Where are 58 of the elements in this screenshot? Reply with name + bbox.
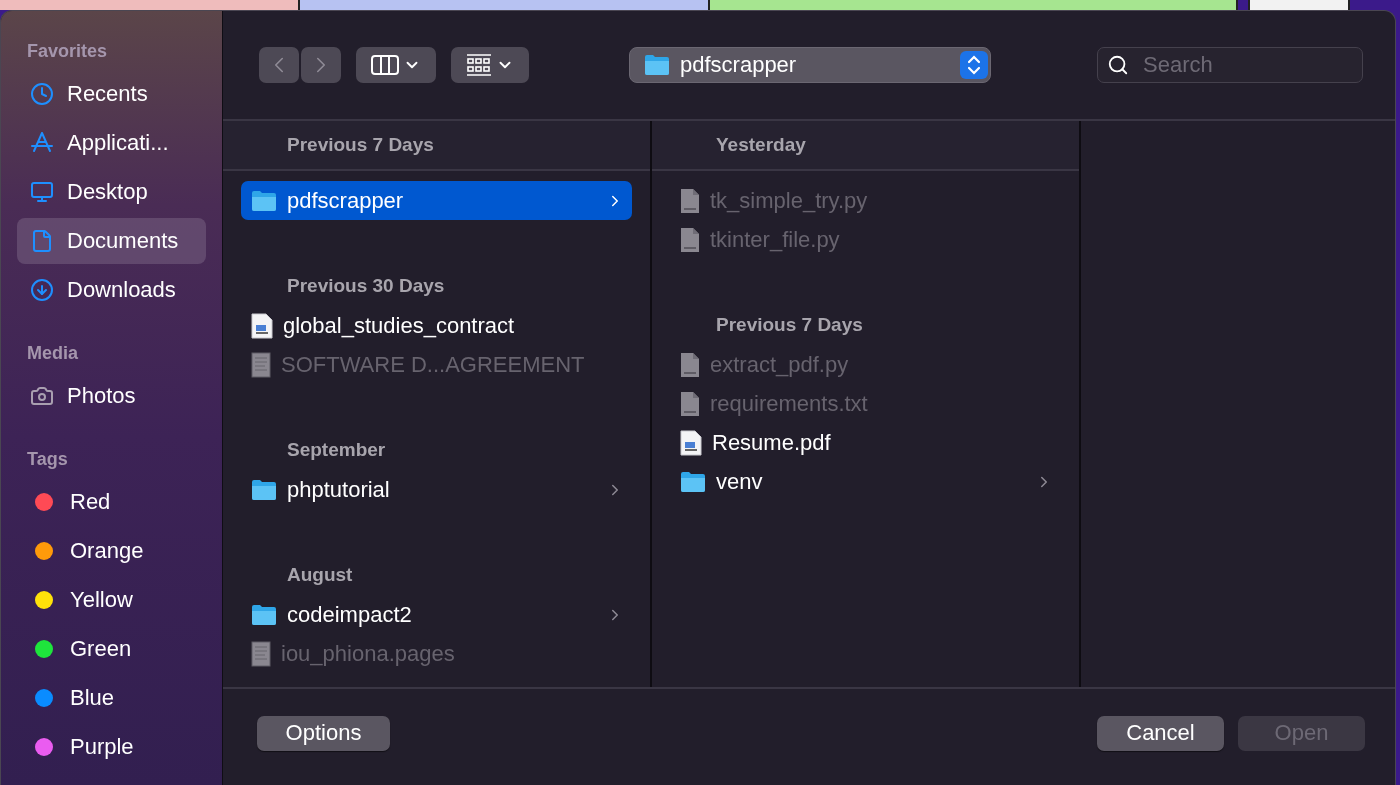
folder-icon	[680, 470, 706, 493]
sidebar-heading: Media	[26, 342, 78, 364]
view-mode-button[interactable]	[356, 47, 436, 83]
sidebar-item[interactable]: Documents	[17, 218, 206, 264]
pdf-file-icon	[680, 429, 702, 456]
grid-icon	[466, 54, 492, 76]
section-header: August	[287, 564, 353, 586]
script-file-icon	[680, 351, 700, 378]
sidebar-item[interactable]: Photos	[17, 373, 206, 419]
sidebar-item[interactable]: Downloads	[17, 267, 206, 313]
script-file-icon	[680, 187, 700, 214]
document-file-icon	[251, 351, 271, 378]
download-icon	[30, 278, 54, 302]
document-file-icon	[251, 640, 271, 667]
section-header: Previous 7 Days	[716, 314, 863, 336]
clock-icon	[30, 82, 54, 106]
sidebar-heading: Favorites	[26, 40, 108, 62]
camera-icon	[30, 384, 54, 408]
text-file-icon	[680, 390, 700, 417]
folder-icon	[251, 603, 277, 626]
file-row[interactable]: codeimpact2	[241, 595, 632, 634]
sidebar-heading: Tags	[26, 448, 68, 470]
file-row[interactable]: Resume.pdf	[670, 423, 1061, 462]
stepper-icon	[960, 51, 988, 79]
file-row[interactable]: global_studies_contract	[241, 306, 632, 345]
sidebar-item[interactable]: Recents	[17, 71, 206, 117]
folder-icon	[251, 189, 277, 212]
sidebar-item[interactable]: Blue	[17, 675, 206, 721]
sidebar-item[interactable]: Desktop	[17, 169, 206, 215]
section-header: Previous 30 Days	[287, 275, 445, 297]
file-row[interactable]: phptutorial	[241, 470, 632, 509]
pdf-file-icon	[251, 312, 273, 339]
apps-icon	[30, 131, 54, 155]
script-file-icon	[680, 226, 700, 253]
forward-button[interactable]	[301, 47, 341, 83]
sidebar-item[interactable]: Applicati...	[17, 120, 206, 166]
document-icon	[30, 229, 54, 253]
search-icon	[1107, 54, 1129, 76]
section-header: September	[287, 439, 386, 461]
file-row[interactable]: venv	[670, 462, 1061, 501]
footer-button[interactable]: Options	[257, 715, 390, 751]
folder-icon	[644, 54, 670, 76]
group-button[interactable]	[451, 47, 529, 83]
columns-icon	[371, 55, 399, 75]
back-button[interactable]	[259, 47, 299, 83]
section-header: Yesterday	[716, 134, 806, 156]
sidebar-item[interactable]: Green	[17, 626, 206, 672]
section-header: Previous 7 Days	[287, 134, 434, 156]
sidebar-item[interactable]: Orange	[17, 528, 206, 574]
sidebar-item[interactable]: Yellow	[17, 577, 206, 623]
sidebar-item[interactable]: Red	[17, 479, 206, 525]
sidebar-item[interactable]: Purple	[17, 724, 206, 770]
search-field[interactable]: Search	[1097, 47, 1363, 83]
footer-button[interactable]: Cancel	[1097, 715, 1224, 751]
location-popup[interactable]: pdfscrapper	[629, 47, 991, 83]
desktop-icon	[30, 180, 54, 204]
folder-icon	[251, 478, 277, 501]
file-row[interactable]: pdfscrapper	[241, 181, 632, 220]
